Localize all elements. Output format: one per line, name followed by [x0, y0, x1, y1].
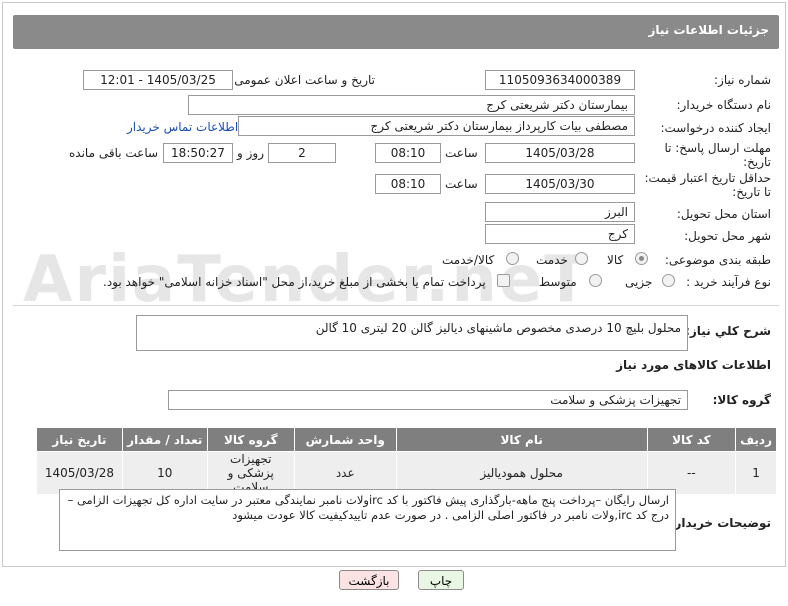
need-number-value: 1105093634000389 — [485, 70, 635, 90]
requester-value: مصطفی بیات کارپرداز بیمارستان دکتر شریعت… — [238, 116, 635, 136]
requester-label: ایجاد کننده درخواست: — [660, 121, 771, 135]
min-price-time-label: ساعت — [445, 177, 478, 191]
details-panel: جزئیات اطلاعات نیاز AriaTender.neT شماره… — [2, 2, 786, 567]
buyer-notes-label: توضیحات خریدار: — [669, 516, 771, 530]
cell-row: 1 — [735, 451, 777, 495]
col-date-header: تاریخ نیاز — [36, 427, 123, 452]
description-textarea[interactable]: محلول بلیچ 10 درصدی مخصوص ماشینهای دیالی… — [136, 315, 688, 351]
goods-info-title: اطلاعات کالاهای مورد نیاز — [616, 358, 771, 372]
goods-group-label: گروه کالا: — [712, 393, 771, 407]
announce-value: 1405/03/25 - 12:01 — [83, 70, 233, 90]
treasury-note: پرداخت تمام یا بخشی از مبلغ خرید،از محل … — [103, 275, 486, 289]
city-value: کرج — [485, 224, 635, 244]
buyer-org-label: نام دستگاه خریدار: — [676, 98, 772, 112]
description-label: شرح کلي نياز: — [685, 324, 771, 338]
buyer-notes-textarea[interactable]: ارسال رایگان –پرداخت پنج ماهه-بارگذاری پ… — [59, 489, 676, 551]
divider — [13, 305, 779, 306]
category-goods-service-radio[interactable] — [506, 252, 519, 265]
col-code-header: کد کالا — [646, 427, 737, 452]
province-label: استان محل تحویل: — [676, 207, 771, 221]
col-row-header: ردیف — [735, 427, 777, 452]
city-label: شهر محل تحویل: — [684, 229, 771, 243]
category-goods-label: کالا — [607, 253, 624, 267]
deadline-time-field: 08:10 — [375, 143, 441, 163]
deadline-label-2: تاریخ: — [743, 155, 771, 169]
days-label: روز و — [237, 146, 264, 160]
days-remaining-field: 2 — [268, 143, 336, 163]
process-minor-label: جزیی — [625, 275, 653, 289]
need-number-label: شماره نیاز: — [714, 73, 771, 87]
buyer-org-value: بیمارستان دکتر شریعتی کرج — [188, 95, 635, 115]
contact-buyer-link[interactable]: اطلاعات تماس خریدار — [127, 120, 238, 134]
panel-title: جزئیات اطلاعات نیاز — [648, 23, 769, 37]
print-button[interactable]: چاپ — [418, 570, 464, 590]
deadline-label-1: مهلت ارسال پاسخ: تا — [664, 141, 771, 155]
min-price-label-2: تا تاریخ: — [732, 185, 771, 199]
col-qty-header: تعداد / مقدار — [121, 427, 208, 452]
category-service-label: خدمت — [536, 253, 568, 267]
remaining-time-field: 18:50:27 — [163, 143, 233, 163]
panel-header: جزئیات اطلاعات نیاز — [13, 15, 779, 49]
goods-group-value: تجهیزات پزشکی و سلامت — [168, 390, 688, 410]
items-table: ردیف کد کالا نام کالا واحد شمارش گروه کا… — [36, 427, 777, 495]
min-price-date-field: 1405/03/30 — [485, 174, 635, 194]
min-price-time-field: 08:10 — [375, 174, 441, 194]
treasury-checkbox[interactable] — [497, 274, 510, 287]
col-group-header: گروه کالا — [206, 427, 295, 452]
deadline-time-label: ساعت — [445, 146, 478, 160]
category-label: طبقه بندی موضوعی: — [664, 253, 771, 267]
announce-label: تاریخ و ساعت اعلان عمومی: — [230, 73, 375, 87]
province-value: البرز — [485, 202, 635, 222]
process-minor-radio[interactable] — [662, 274, 675, 287]
category-goods-radio[interactable] — [635, 252, 648, 265]
min-price-label-1: حداقل تاریخ اعتبار قیمت: — [644, 171, 771, 185]
col-unit-header: واحد شمارش — [293, 427, 397, 452]
table-header-row: ردیف کد کالا نام کالا واحد شمارش گروه کا… — [36, 427, 777, 452]
back-button[interactable]: بازگشت — [339, 570, 399, 590]
deadline-date-field: 1405/03/28 — [485, 143, 635, 163]
remaining-label: ساعت باقی مانده — [69, 146, 159, 160]
category-service-radio[interactable] — [575, 252, 588, 265]
col-name-header: نام کالا — [395, 427, 648, 452]
process-medium-label: متوسط — [539, 275, 577, 289]
process-medium-radio[interactable] — [589, 274, 602, 287]
category-goods-service-label: کالا/خدمت — [442, 253, 495, 267]
process-label: نوع فرآیند خرید : — [686, 275, 771, 289]
